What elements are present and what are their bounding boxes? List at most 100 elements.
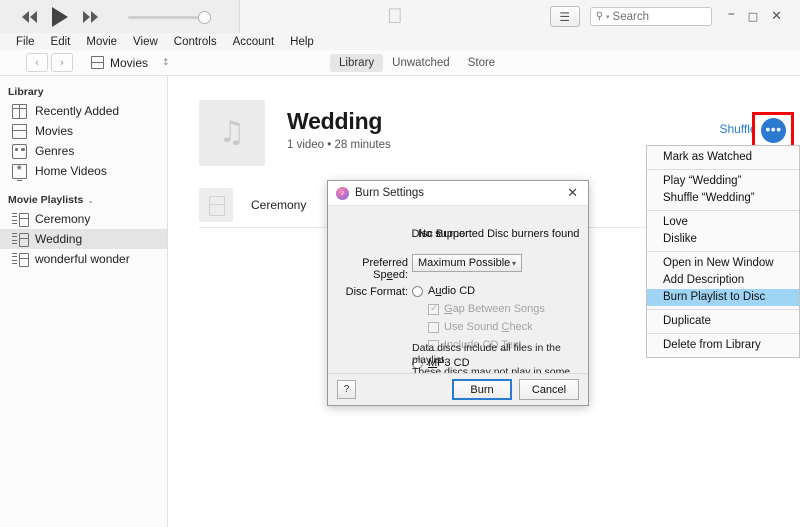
menu-item-add-description[interactable]: Add Description [647,272,799,289]
volume-knob[interactable] [198,10,211,24]
menu-separator [647,333,799,334]
volume-slider[interactable] [128,9,212,25]
maximize-button[interactable]: □ [748,11,758,22]
nav-arrows: ‹ › [26,53,73,72]
sidebar-item-recently-added[interactable]: Recently Added [0,101,167,121]
radio-label: Audio CD [428,285,475,297]
chevron-down-icon: ▾ [511,258,516,268]
monitor-star-icon [12,163,27,181]
back-button[interactable]: ‹ [26,53,48,72]
menu-separator [647,309,799,310]
list-icon: ☰ [559,9,571,24]
minimize-button[interactable]: – [728,7,735,21]
search-placeholder: Search [612,10,649,23]
burn-settings-dialog: ♪ Burn Settings ✕ Disc Burner: No suppor… [327,180,589,406]
playlist-icon [12,232,29,247]
menu-item-duplicate[interactable]: Duplicate [647,313,799,330]
sidebar-item-genres[interactable]: Genres [0,141,167,161]
playlist-meta: Wedding 1 video • 28 minutes [287,100,391,166]
fast-forward-icon[interactable] [82,10,98,23]
menu-item-mark-as-watched[interactable]: Mark as Watched [647,149,799,166]
sidebar-section-library: Library [8,86,44,98]
preferred-speed-label: Preferred Speed: [338,257,408,281]
checkbox-label: Gap Between Songs [444,303,545,315]
help-button[interactable]: ? [337,380,356,399]
menu-bar: File Edit Movie View Controls Account He… [0,33,800,50]
music-note-icon: ♫ [218,115,246,150]
sidebar-item-movies[interactable]: Movies [0,121,167,141]
sidebar-item-home-videos[interactable]: Home Videos [0,161,167,181]
tab-library[interactable]: Library [330,54,384,72]
burn-button[interactable]: Burn [452,379,512,400]
navigation-bar: ‹ › Movies ↕ Library Unwatched Store [0,50,800,76]
sidebar-item-label: Home Videos [35,164,107,178]
apple-logo-area:  [240,0,550,33]
menu-account[interactable]: Account [225,34,283,50]
playlist-subtitle: 1 video • 28 minutes [287,139,391,151]
menu-controls[interactable]: Controls [166,34,225,50]
menu-item-play-wedding[interactable]: Play “Wedding” [647,173,799,190]
cancel-button[interactable]: Cancel [519,379,579,400]
library-tabs: Library Unwatched Store [330,50,504,76]
menu-separator [647,251,799,252]
preferred-speed-select[interactable]: Maximum Possible ▾ [412,254,522,272]
close-button[interactable]: ✕ [771,10,782,23]
player-toolbar:  ☰ ⚲ ▾ Search – □ ✕ [0,0,800,33]
track-artwork [199,187,233,222]
itunes-window:  ☰ ⚲ ▾ Search – □ ✕ File Edit Movie Vie… [0,0,800,527]
sidebar-item-label: Recently Added [35,104,120,118]
label-part: Use Sound [444,321,502,333]
tab-unwatched[interactable]: Unwatched [383,54,459,72]
checkbox-indicator [428,303,439,315]
play-icon[interactable] [52,6,68,27]
sidebar-item-label: Ceremony [35,212,91,226]
more-options-button[interactable]: ••• [761,118,786,143]
menu-item-dislike[interactable]: Dislike [647,231,799,248]
checkbox-label: Use Sound Check [444,321,533,333]
menu-movie[interactable]: Movie [78,34,125,50]
menu-help[interactable]: Help [282,34,322,50]
page-title: Wedding [287,108,383,134]
dialog-actions: Burn Cancel [452,379,579,400]
menu-item-burn-playlist-to-disc[interactable]: Burn Playlist to Disc [647,289,799,306]
forward-button[interactable]: › [51,53,73,72]
context-menu: Mark as Watched Play “Wedding” Shuffle “… [646,145,800,358]
search-icon: ⚲ [595,11,604,22]
menu-item-delete-from-library[interactable]: Delete from Library [647,337,799,354]
dialog-close-button[interactable]: ✕ [563,187,582,200]
sidebar-item-ceremony[interactable]: Ceremony [0,209,167,229]
track-title: Ceremony [251,197,307,212]
dialog-footer: ? Burn Cancel [328,373,588,405]
menu-item-shuffle-wedding[interactable]: Shuffle “Wedding” [647,190,799,207]
menu-file[interactable]: File [8,34,43,50]
label-part: ed: [392,269,408,281]
checkbox-indicator [428,321,439,333]
playlist-icon [12,252,29,267]
rewind-icon[interactable] [22,10,38,23]
sidebar-item-wonderful-wonder[interactable]: wonderful wonder [0,249,167,269]
dialog-title: Burn Settings [355,187,425,199]
search-input[interactable]: ⚲ ▾ Search [589,7,712,26]
masks-icon [12,143,27,159]
label-accel: G [444,303,453,315]
apple-logo-icon:  [387,6,403,27]
playlist-header: ♫ Wedding 1 video • 28 minutes [199,100,391,166]
list-view-button[interactable]: ☰ [549,6,580,27]
chevron-updown-icon: ↕ [162,57,170,68]
chevron-down-icon[interactable]: ⌄ [87,196,94,205]
menu-edit[interactable]: Edit [43,34,79,50]
volume-track [128,15,204,19]
menu-item-open-in-new-window[interactable]: Open in New Window [647,255,799,272]
playlist-artwork: ♫ [199,100,265,166]
window-controls: – □ ✕ [722,7,792,24]
radio-indicator[interactable] [412,285,423,297]
checkbox-use-sound-check: Use Sound Check [428,321,533,333]
sidebar-item-wedding[interactable]: Wedding [0,229,167,249]
radio-audio-cd[interactable]: Audio CD [412,285,475,297]
sidebar-section-label: Movie Playlists [8,194,84,206]
menu-view[interactable]: View [125,34,166,50]
label-part: dio CD [441,285,476,297]
media-kind-picker[interactable]: Movies ↕ [85,55,180,71]
menu-item-love[interactable]: Love [647,214,799,231]
tab-store[interactable]: Store [459,54,505,72]
